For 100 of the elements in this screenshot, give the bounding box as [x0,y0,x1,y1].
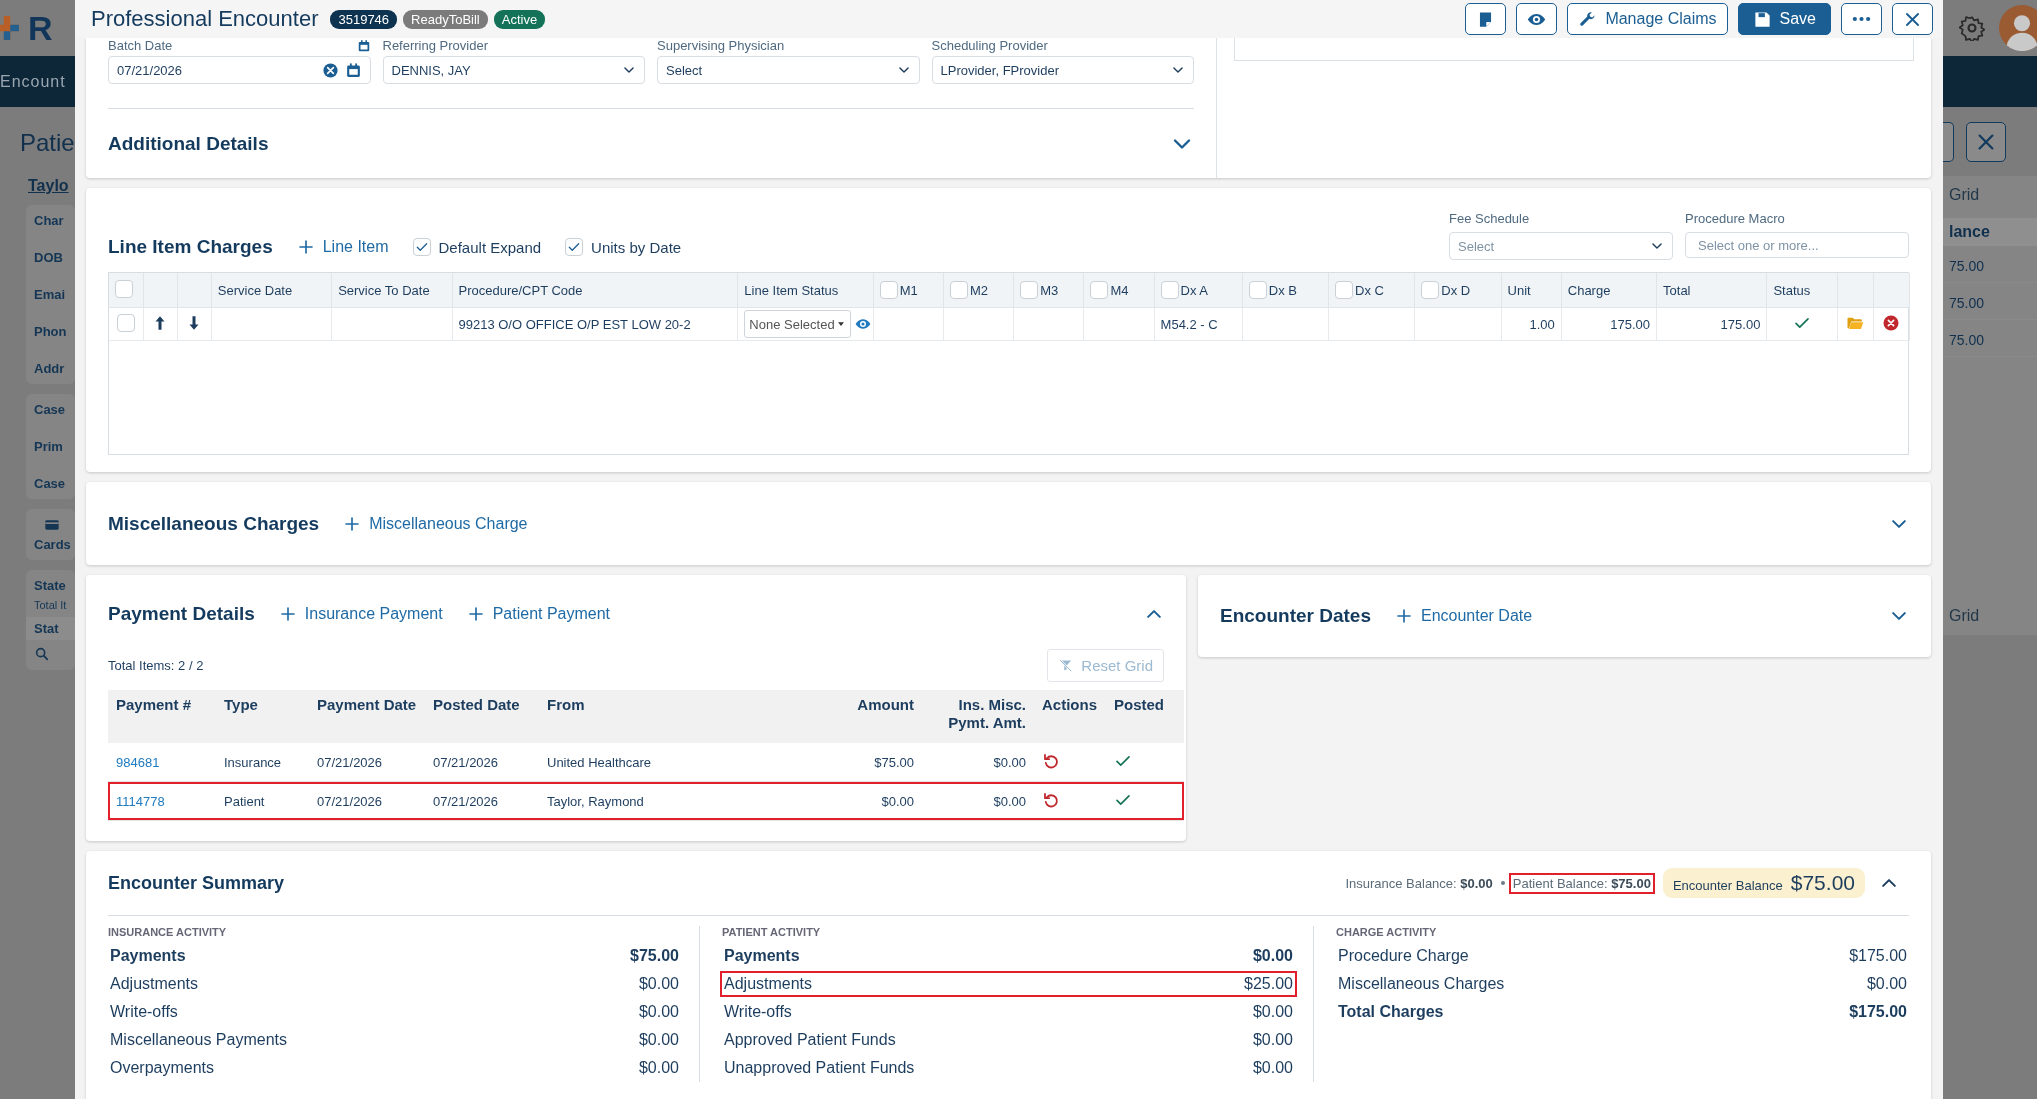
wrench-icon [1578,9,1598,29]
avatar-icon[interactable] [1999,5,2037,51]
table-cell: $0.00 [922,781,1034,821]
section-title: State [34,578,67,593]
field-label: Prim [34,439,64,454]
delete-icon[interactable] [1882,313,1901,332]
summary-label: Unapproved Patient Funds [724,1059,915,1077]
summary-label: Write-offs [110,1003,178,1021]
status-badge: ReadyToBill [403,9,488,29]
section-title: Payment Details [108,603,255,625]
checkbox[interactable] [1335,281,1354,299]
preview-button[interactable] [1516,3,1558,35]
dropdown[interactable]: LProvider, FProvider [931,56,1194,84]
dropdown[interactable]: DENNIS, JAY [382,56,645,84]
manage-claims-button[interactable]: Manage Claims [1567,3,1728,35]
checkbox[interactable] [1248,281,1267,299]
checkbox[interactable] [412,238,431,256]
notes-button[interactable] [1465,3,1507,35]
table-cell: $0.00 [789,781,922,821]
checkbox[interactable] [1160,281,1179,299]
undo-icon[interactable] [1042,751,1060,770]
field-label: Emai [34,287,67,302]
row-checkbox[interactable] [116,313,135,332]
total-items: Total Items: 2 / 2 [108,658,204,673]
table-cell: $75.00 [789,743,922,782]
table-cell: 75.00 [1943,246,2037,283]
table-cell: 07/21/2026 [425,743,539,782]
card-icon [44,517,60,533]
dropdown[interactable]: Select [1449,232,1673,260]
checkbox-label: Units by Date [591,238,682,256]
plus-icon [1395,607,1413,625]
column-header: Posted Date [425,690,539,743]
payment-link[interactable]: 1114778 [116,793,165,809]
column-header: Amount [789,690,922,743]
table-cell: 175.00 [1561,307,1657,341]
table-cell: 75.00 [1943,283,2037,320]
add-line-item-link[interactable]: Line Item [296,238,389,256]
plus-icon [466,605,485,623]
add-patient-payment-link[interactable]: Patient Payment [466,605,611,623]
checkbox[interactable] [879,281,898,299]
add-encounter-date-link[interactable]: Encounter Date [1395,607,1533,625]
table-cell: 99213 O/O OFFICE O/P EST LOW 20-2 [452,307,738,341]
undo-icon[interactable] [1042,790,1060,809]
checkbox[interactable] [1020,281,1039,299]
column-header: Service Date [211,273,332,308]
eye-icon[interactable] [854,316,871,332]
page-title: Patie [20,129,75,157]
checkbox[interactable] [565,238,584,256]
table-cell: Insurance [216,743,309,782]
section-title: Miscellaneous Charges [108,512,320,535]
add-insurance-payment-link[interactable]: Insurance Payment [278,605,443,623]
grid-link[interactable]: Grid [1943,186,2037,204]
checkbox[interactable] [1421,281,1440,299]
date-field[interactable]: 07/21/2026 [108,56,371,84]
clear-icon [321,61,339,79]
table-cell: $0.00 [922,743,1034,782]
column-header: Dx A [1180,282,1209,298]
summary-value: $75.00 [630,947,679,965]
cards-label[interactable]: Cards [34,537,71,552]
field-label: Procedure Macro [1685,211,1786,226]
table-cell: 175.00 [1656,307,1767,341]
column-header: lance [1943,218,2037,246]
dropdown[interactable]: Select [657,56,920,84]
field-label: Addr [34,361,66,376]
close-button[interactable] [1892,3,1933,35]
summary-value: $0.00 [1252,1031,1293,1049]
field-label: Phon [34,324,68,339]
select-all-checkbox[interactable] [115,279,133,298]
summary-value: $175.00 [1849,947,1907,965]
patient-name[interactable]: Taylo [28,177,75,195]
table-cell: Taylor, Raymond [539,781,789,821]
section-title: Encounter Summary [108,872,285,894]
status-dropdown[interactable]: None Selected [744,310,851,338]
grid-link[interactable]: Grid [1943,607,2037,625]
summary-value: $0.00 [1866,975,1907,993]
summary-value: $0.00 [638,1059,679,1077]
checkbox[interactable] [949,281,968,299]
field-label: Fee Schedule [1449,211,1531,226]
close-button[interactable] [1966,122,2006,162]
save-button[interactable]: Save [1737,3,1831,35]
summary-label: Approved Patient Funds [724,1031,896,1049]
check-icon [567,240,582,254]
column-header: Line Item Status [737,273,874,308]
field-label: DOB [34,250,64,265]
checkbox[interactable] [1090,281,1109,299]
summary-value: $0.00 [638,1031,679,1049]
column-header: Ins. Misc. Pymt. Amt. [922,690,1034,743]
column-header: Procedure/CPT Code [452,273,738,308]
multi-select-field[interactable]: Select one or more... [1685,232,1909,258]
nav-label[interactable]: Encount [0,72,66,91]
more-button[interactable] [1841,3,1882,35]
add-misc-charge-link[interactable]: Miscellaneous Charge [343,514,528,533]
logo-text: R [28,8,53,48]
payment-link[interactable]: 984681 [116,754,160,770]
summary-label: Procedure Charge [1338,947,1469,965]
column-header: Status [1766,273,1838,308]
settings-icon[interactable] [1959,15,1985,41]
checkbox-label: Default Expand [438,238,542,256]
toolbar-button[interactable] [1943,122,1954,162]
field-label: Scheduling Provider [931,38,1048,53]
